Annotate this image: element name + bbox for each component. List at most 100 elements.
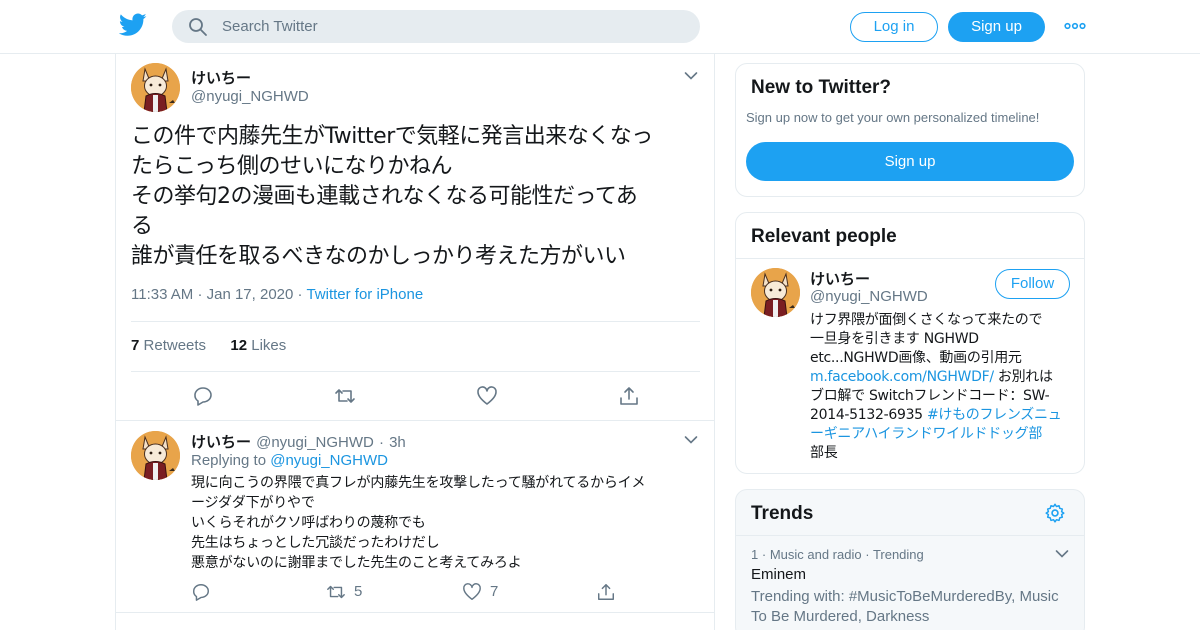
signup-button[interactable]: Sign up	[948, 12, 1045, 42]
likes-stat[interactable]: 12 Likes	[230, 337, 286, 354]
like-heart-icon[interactable]	[476, 385, 498, 407]
bio-text: 2014-5132-6935	[810, 407, 927, 423]
reply-author-name[interactable]: けいちー	[191, 434, 251, 451]
avatar-image	[751, 268, 800, 317]
trend-name[interactable]: Eminem	[751, 566, 806, 583]
divider	[131, 371, 700, 372]
reply-timestamp[interactable]: 3h	[389, 434, 406, 451]
share-action[interactable]	[596, 582, 618, 602]
tweet-text-line: その挙句2の漫画も連載されなくなる可能性だってあ	[131, 184, 638, 209]
bio-line: ーギニアハイランドワイルドドッグ部	[810, 425, 1074, 444]
retweet-count: 5	[354, 583, 363, 600]
like-heart-icon	[463, 583, 481, 600]
like-count: 7	[490, 583, 499, 600]
retweet-icon[interactable]	[334, 385, 356, 407]
divider	[131, 321, 700, 322]
share-icon[interactable]	[618, 385, 640, 407]
relevant-people-card: Relevant people けいちー @nyugi_NGHWD Follow…	[735, 212, 1085, 474]
person-name[interactable]: けいちー	[810, 268, 870, 289]
tweet-time[interactable]: 11:33 AM	[131, 286, 193, 303]
bio-hashtag-link[interactable]: ーギニアハイランドワイルドドッグ部	[810, 426, 1042, 442]
divider	[116, 420, 714, 421]
follow-button[interactable]: Follow	[995, 269, 1070, 299]
avatar-image	[131, 63, 180, 112]
trends-card: Trends 1 · Music and radio · Trending Em…	[735, 489, 1085, 630]
retweet-action[interactable]: 5	[326, 582, 376, 602]
bio-text: お別れは	[993, 369, 1053, 385]
reply-text-line: 現に向こうの界隈で真フレが内藤先生を攻撃したって騒がれてるからイメ	[191, 475, 646, 491]
trend-rank: 1	[751, 547, 759, 562]
tweet-text-line: たらこっち側のせいになりかねん	[131, 154, 452, 179]
separator-dot: ·	[197, 286, 207, 303]
sidebar-signup-button[interactable]: Sign up	[746, 142, 1074, 181]
reply-header: けいちー @nyugi_NGHWD · 3h	[191, 431, 406, 452]
tweet-stats: 7 Retweets 12 Likes	[131, 337, 286, 354]
search-input[interactable]	[222, 10, 682, 43]
reply-text: 現に向こうの界隈で真フレが内藤先生を攻撃したって騒がれてるからイメ ージダダ下が…	[191, 473, 701, 573]
bio-line: 部長	[810, 445, 838, 461]
avatar[interactable]	[131, 431, 180, 480]
bio-line: m.facebook.com/NGHWDF/ お別れは	[810, 368, 1074, 387]
bio-line: けフ界隈が面倒くさくなって来たので	[810, 312, 1043, 328]
likes-count: 12	[230, 337, 248, 354]
trend-status: Trending	[872, 547, 924, 562]
bio-line: 2014-5132-6935 #けものフレンズニュ	[810, 406, 1074, 425]
tweet-text: この件で内藤先生がTwitterで気軽に発言出来なくなっ たらこっち側のせいにな…	[131, 122, 701, 272]
tweet-text-line: 誰が責任を取るべきなのかしっかり考えた方がいい	[131, 244, 626, 269]
card-subtitle: Sign up now to get your own personalized…	[746, 110, 1040, 125]
like-action[interactable]: 7	[462, 582, 512, 602]
separator-dot: ·	[865, 547, 873, 562]
reply-text-line: 悪意がないのに謝罪までした先生のこと考えてみろよ	[191, 555, 522, 571]
tweet-metadata: 11:33 AM · Jan 17, 2020 · Twitter for iP…	[131, 286, 423, 303]
login-button[interactable]: Log in	[850, 12, 938, 42]
bio-line: ブロ解で Switchフレンドコード：SW-	[810, 388, 1050, 404]
reply-icon[interactable]	[192, 385, 214, 407]
share-icon	[598, 584, 614, 600]
tweet-date[interactable]: Jan 17, 2020	[207, 286, 294, 303]
tweet-text-line: る	[131, 214, 153, 239]
author-handle[interactable]: @nyugi_NGHWD	[191, 88, 309, 105]
trend-meta: 1 · Music and radio · Trending	[751, 547, 924, 562]
new-to-twitter-card: New to Twitter? Sign up now to get your …	[735, 63, 1085, 197]
replying-to: Replying to @nyugi_NGHWD	[191, 452, 388, 469]
person-bio: けフ界隈が面倒くさくなって来たので 一旦身を引きます NGHWD etc...N…	[810, 311, 1074, 463]
divider	[116, 612, 714, 613]
chevron-down-icon[interactable]	[1055, 549, 1069, 559]
author-name[interactable]: けいちー	[191, 67, 251, 88]
bio-hashtag-link[interactable]: #けものフレンズニュ	[927, 407, 1062, 423]
trend-description: Trending with: #MusicToBeMurderedBy, Mus…	[751, 588, 1059, 625]
retweets-stat[interactable]: 7 Retweets	[131, 337, 206, 354]
tweet-source-link[interactable]: Twitter for iPhone	[306, 286, 423, 303]
bio-facebook-link[interactable]: m.facebook.com/NGHWDF/	[810, 369, 994, 385]
reply-author-handle[interactable]: @nyugi_NGHWD	[256, 434, 374, 451]
replying-to-handle-link[interactable]: @nyugi_NGHWD	[270, 452, 388, 469]
search-box[interactable]	[172, 10, 700, 43]
retweets-count: 7	[131, 337, 140, 354]
trend-category: Music and radio	[769, 547, 862, 562]
bio-line: 一旦身を引きます NGHWD	[810, 331, 979, 347]
card-title: Relevant people	[751, 226, 897, 247]
reply-icon	[193, 584, 209, 601]
reply-action[interactable]	[191, 582, 213, 602]
card-title: New to Twitter?	[751, 77, 892, 98]
retweet-icon	[327, 585, 345, 599]
separator-dot: ·	[761, 547, 770, 562]
retweets-label: Retweets	[143, 337, 207, 354]
avatar[interactable]	[751, 268, 800, 317]
avatar[interactable]	[131, 63, 180, 112]
likes-label: Likes	[251, 337, 287, 354]
card-title: Trends	[751, 503, 814, 524]
person-handle[interactable]: @nyugi_NGHWD	[810, 288, 928, 305]
main-timeline: けいちー @nyugi_NGHWD この件で内藤先生がTwitterで気軽に発言…	[115, 54, 715, 630]
top-navigation-bar: Log in Sign up	[0, 0, 1200, 54]
search-icon	[189, 18, 207, 36]
chevron-down-icon[interactable]	[684, 435, 698, 445]
more-options-icon[interactable]	[1064, 18, 1086, 34]
divider	[736, 535, 1084, 536]
gear-icon[interactable]	[1044, 502, 1066, 524]
chevron-down-icon[interactable]	[684, 71, 698, 81]
replying-to-label: Replying to	[191, 452, 267, 469]
reply-text-line: ージダダ下がりやで	[191, 495, 315, 511]
separator-dot: ·	[378, 434, 384, 451]
twitter-logo-icon[interactable]	[119, 13, 147, 37]
